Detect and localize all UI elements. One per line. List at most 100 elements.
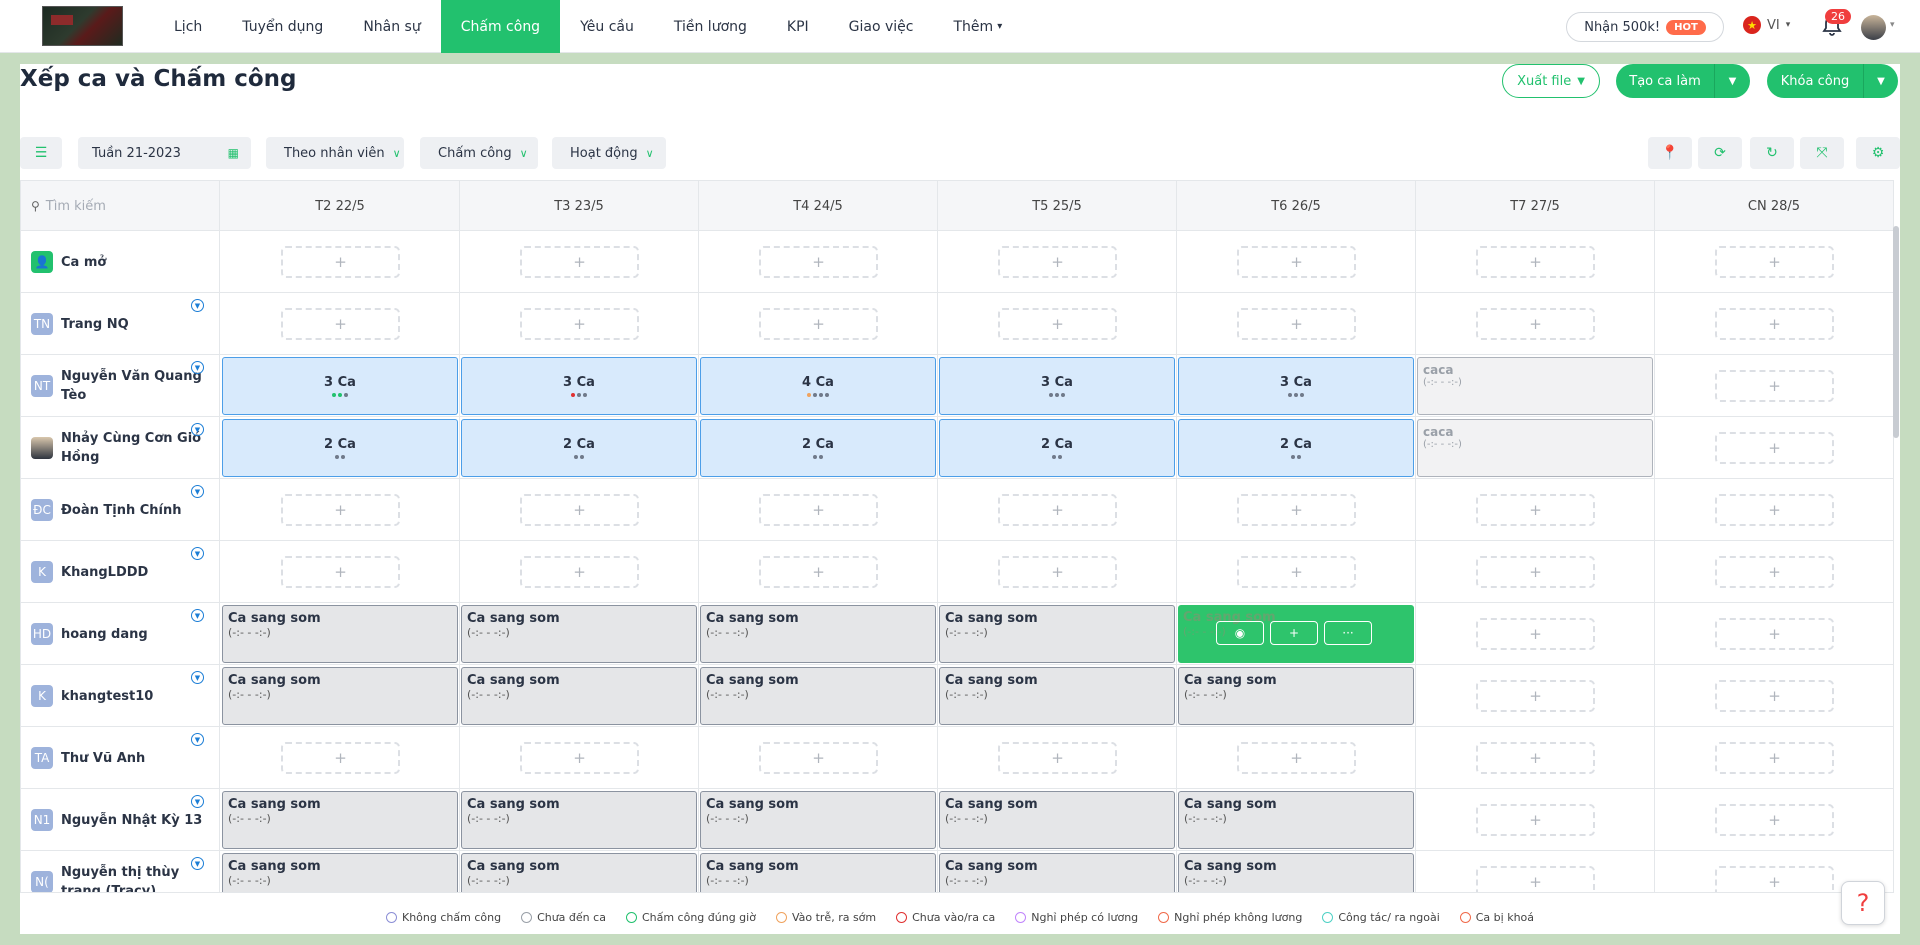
mode-select[interactable]: Chấm công ∨	[420, 137, 538, 169]
shift-block[interactable]: caca (-:- - -:-)	[1417, 357, 1653, 415]
shift-block[interactable]: Ca sang som (-:- - -:-)	[222, 853, 458, 892]
add-shift-button[interactable]: +	[520, 308, 639, 340]
shift-block[interactable]: Ca sang som (-:- - -:-)	[1178, 791, 1414, 849]
add-shift-button[interactable]: +	[1715, 680, 1834, 712]
add-shift-button[interactable]: +	[1237, 308, 1356, 340]
add-shift-button[interactable]: +	[759, 308, 878, 340]
add-shift-button[interactable]: +	[1237, 494, 1356, 526]
add-shift-button[interactable]: +	[759, 494, 878, 526]
create-shift-dropdown[interactable]: ▼	[1714, 64, 1750, 98]
shift-block[interactable]: Ca sang som (-:- - -:-) ◉ + ···	[1178, 605, 1414, 663]
nav-item[interactable]: Lịch	[154, 0, 222, 53]
add-shift-button[interactable]: +	[1476, 618, 1595, 650]
add-shift-button[interactable]: +	[520, 742, 639, 774]
add-shift-button[interactable]: +	[998, 742, 1117, 774]
shift-block[interactable]: Ca sang som (-:- - -:-)	[700, 667, 936, 725]
shift-block[interactable]: Ca sang som (-:- - -:-)	[461, 667, 697, 725]
add-shift-button[interactable]: +	[1715, 246, 1834, 278]
add-shift-button[interactable]: +	[1715, 742, 1834, 774]
add-shift-button[interactable]: +	[1237, 556, 1356, 588]
promo-button[interactable]: Nhận 500k! HOT	[1566, 12, 1724, 42]
add-shift-button[interactable]: +	[1715, 308, 1834, 340]
export-button[interactable]: Xuất file ▼	[1502, 64, 1600, 98]
shift-summary[interactable]: 3 Ca	[222, 357, 458, 415]
lock-attendance-dropdown[interactable]: ▼	[1863, 64, 1898, 98]
shift-block[interactable]: Ca sang som (-:- - -:-)	[222, 791, 458, 849]
add-shift-button[interactable]: +	[1476, 866, 1595, 892]
help-button[interactable]: ?	[1841, 881, 1885, 925]
eye-button[interactable]: ◉	[1216, 621, 1264, 645]
add-shift-button[interactable]: +	[1476, 494, 1595, 526]
add-shift-button[interactable]: +	[998, 308, 1117, 340]
nav-item[interactable]: Chấm công	[440, 0, 561, 53]
add-shift-button[interactable]: +	[281, 494, 400, 526]
shift-summary[interactable]: 2 Ca	[222, 419, 458, 477]
shift-summary[interactable]: 2 Ca	[461, 419, 697, 477]
add-shift-button[interactable]: +	[1476, 680, 1595, 712]
nav-item[interactable]: Thêm ▾	[934, 0, 1023, 53]
sync-button[interactable]: ⟳	[1698, 137, 1742, 169]
chevron-down-icon[interactable]: ▼	[191, 671, 204, 684]
view-by-select[interactable]: Theo nhân viên ∨	[266, 137, 404, 169]
add-shift-button[interactable]: +	[1715, 866, 1834, 892]
shift-summary[interactable]: 2 Ca	[939, 419, 1175, 477]
location-button[interactable]: 📍	[1648, 137, 1692, 169]
add-shift-button[interactable]: +	[998, 556, 1117, 588]
shift-block[interactable]: Ca sang som (-:- - -:-)	[461, 791, 697, 849]
shift-block[interactable]: Ca sang som (-:- - -:-)	[939, 667, 1175, 725]
vertical-scrollbar[interactable]	[1893, 226, 1899, 438]
shift-block[interactable]: Ca sang som (-:- - -:-)	[1178, 667, 1414, 725]
more-button[interactable]: ···	[1324, 621, 1372, 645]
chevron-down-icon[interactable]: ▼	[191, 733, 204, 746]
add-shift-button[interactable]: +	[281, 308, 400, 340]
chevron-down-icon[interactable]: ▼	[191, 609, 204, 622]
add-shift-button[interactable]: +	[1237, 246, 1356, 278]
refresh-button[interactable]: ↻	[1750, 137, 1794, 169]
shift-block[interactable]: Ca sang som (-:- - -:-)	[939, 791, 1175, 849]
add-shift-button[interactable]: +	[520, 494, 639, 526]
shift-block[interactable]: Ca sang som (-:- - -:-)	[939, 853, 1175, 892]
shift-block[interactable]: Ca sang som (-:- - -:-)	[461, 853, 697, 892]
add-shift-button[interactable]: +	[759, 742, 878, 774]
plus-button[interactable]: +	[1270, 621, 1318, 645]
shift-summary[interactable]: 2 Ca	[1178, 419, 1414, 477]
add-shift-button[interactable]: +	[520, 556, 639, 588]
add-shift-button[interactable]: +	[1715, 494, 1834, 526]
nav-item[interactable]: Tuyển dụng	[222, 0, 343, 53]
shift-summary[interactable]: 2 Ca	[700, 419, 936, 477]
nav-item[interactable]: Nhân sự	[343, 0, 440, 53]
add-shift-button[interactable]: +	[520, 246, 639, 278]
nav-item[interactable]: KPI	[767, 0, 829, 53]
lock-attendance-button[interactable]: Khóa công	[1767, 64, 1863, 98]
search-input[interactable]: ⚲ Tìm kiếm	[21, 181, 220, 231]
add-shift-button[interactable]: +	[281, 742, 400, 774]
status-select[interactable]: Hoạt động ∨	[552, 137, 666, 169]
add-shift-button[interactable]: +	[281, 246, 400, 278]
add-shift-button[interactable]: +	[1715, 618, 1834, 650]
add-shift-button[interactable]: +	[1715, 370, 1834, 402]
shift-block[interactable]: Ca sang som (-:- - -:-)	[222, 605, 458, 663]
nav-item[interactable]: Yêu cầu	[560, 0, 654, 53]
shift-summary[interactable]: 3 Ca	[461, 357, 697, 415]
nav-item[interactable]: Tiền lương	[654, 0, 767, 53]
add-shift-button[interactable]: +	[998, 246, 1117, 278]
shift-block[interactable]: Ca sang som (-:- - -:-)	[222, 667, 458, 725]
add-shift-button[interactable]: +	[998, 494, 1117, 526]
add-shift-button[interactable]: +	[281, 556, 400, 588]
add-shift-button[interactable]: +	[1715, 804, 1834, 836]
language-selector[interactable]: ★ VI ▾	[1743, 16, 1790, 34]
settings-button[interactable]: ⚙	[1856, 137, 1900, 169]
nav-item[interactable]: Giao việc	[829, 0, 934, 53]
shift-summary[interactable]: 4 Ca	[700, 357, 936, 415]
add-shift-button[interactable]: +	[1715, 432, 1834, 464]
chevron-down-icon[interactable]: ▼	[191, 299, 204, 312]
chevron-down-icon[interactable]: ▼	[191, 423, 204, 436]
shift-block[interactable]: Ca sang som (-:- - -:-)	[700, 605, 936, 663]
chevron-down-icon[interactable]: ▾	[1890, 20, 1895, 30]
filter-settings-button[interactable]: ☰	[20, 137, 62, 169]
add-shift-button[interactable]: +	[759, 556, 878, 588]
shift-block[interactable]: Ca sang som (-:- - -:-)	[939, 605, 1175, 663]
shift-block[interactable]: Ca sang som (-:- - -:-)	[700, 791, 936, 849]
add-shift-button[interactable]: +	[1476, 556, 1595, 588]
chevron-down-icon[interactable]: ▼	[191, 361, 204, 374]
